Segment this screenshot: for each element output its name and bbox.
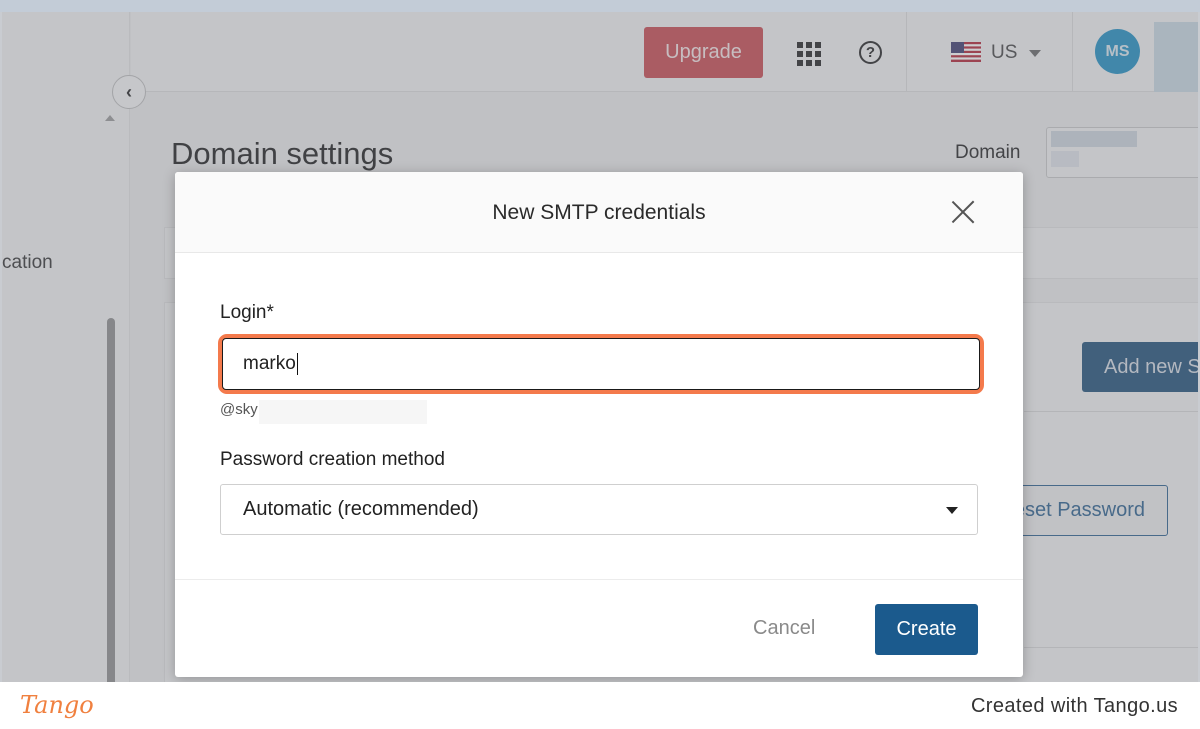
blurred-region [259,400,427,424]
password-method-select[interactable]: Automatic (recommended) [220,484,978,535]
close-icon[interactable] [949,198,977,226]
tango-footer: Tango Created with Tango.us [0,682,1200,729]
login-label: Login* [220,302,274,323]
create-button[interactable]: Create [875,604,978,655]
screenshot-frame: cation Upgrade ? US MS ‹ Domain settings… [0,0,1200,729]
login-input[interactable]: marko [222,338,980,390]
created-with-text: Created with Tango.us [970,695,1178,717]
login-input-value: marko [243,353,296,374]
cancel-button[interactable]: Cancel [753,617,815,640]
top-strip [0,0,1200,12]
login-domain-suffix: @sky [220,401,258,418]
dialog-header: New SMTP credentials [175,172,1023,253]
password-method-value: Automatic (recommended) [243,498,479,520]
password-method-label: Password creation method [220,449,445,470]
new-smtp-credentials-dialog: New SMTP credentials Login* marko @sky P… [175,172,1023,677]
tango-logo: Tango [20,691,94,719]
caret-down-icon[interactable] [946,507,958,514]
dialog-footer-divider [175,579,1023,580]
dialog-title: New SMTP credentials [492,201,706,224]
text-cursor [296,353,298,375]
